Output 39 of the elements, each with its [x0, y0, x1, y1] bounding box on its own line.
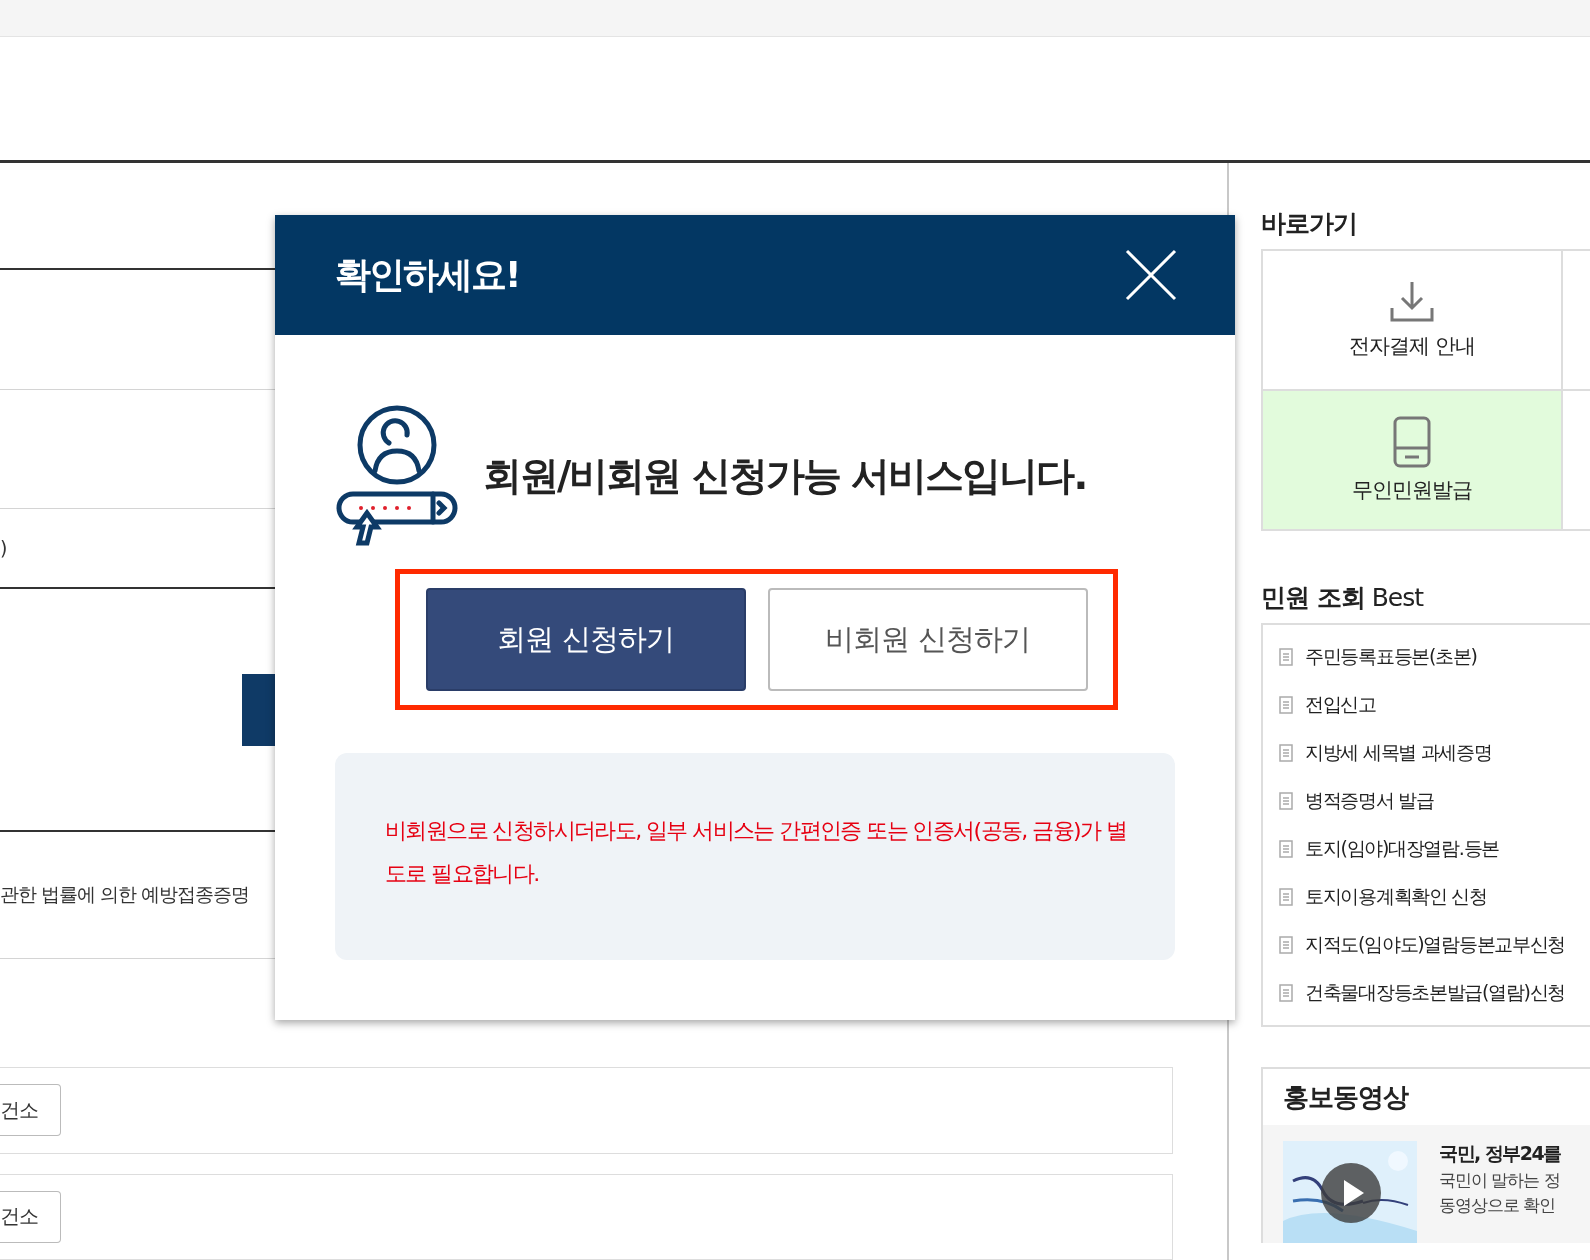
best-list-item[interactable]: 지방세 세목별 과세증명	[1279, 729, 1590, 777]
best-list-item[interactable]: 주민등록표등본(초본)	[1279, 633, 1590, 681]
close-icon	[1125, 249, 1177, 301]
download-icon	[1389, 280, 1435, 324]
office-button[interactable]: 건소	[0, 1084, 61, 1137]
document-icon	[1279, 648, 1293, 666]
document-icon	[1279, 792, 1293, 810]
dialog-heading: 회원/비회원 신청가능 서비스입니다.	[483, 452, 1087, 500]
guest-apply-button[interactable]: 비회원 신청하기	[767, 588, 1088, 691]
document-icon	[1279, 984, 1293, 1002]
play-icon[interactable]	[1321, 1163, 1381, 1223]
video-description: 동영상으로 확인	[1439, 1194, 1557, 1217]
document-icon	[1279, 936, 1293, 954]
best-list-item[interactable]: 토지(임야)대장열람.등본	[1279, 825, 1590, 873]
user-password-icon	[335, 403, 459, 549]
best-list-item[interactable]: 토지이용계획확인 신청	[1279, 873, 1590, 921]
best-list-item[interactable]: 병적증명서 발급	[1279, 777, 1590, 825]
document-icon	[1279, 840, 1293, 858]
document-icon	[1279, 888, 1293, 906]
row-text: 관한 법률에 의한 예방접종증명	[0, 882, 250, 907]
best-list-item[interactable]: 지적도(임야도)열람등본교부신청	[1279, 921, 1590, 969]
best-title: 민원 조회 Best	[1261, 582, 1425, 614]
shortcuts-title: 바로가기	[1261, 208, 1358, 240]
best-list-item[interactable]: 건축물대장등초본발급(열람)신청	[1279, 969, 1590, 1017]
document-icon	[1279, 696, 1293, 714]
close-button[interactable]	[1125, 249, 1177, 301]
shortcut-tile[interactable]: 전자결제 안내	[1263, 251, 1563, 391]
row-text: )	[0, 537, 7, 559]
dialog-title: 확인하세요!	[335, 252, 520, 297]
notice-text: 비회원으로 신청하시더라도, 일부 서비스는 간편인증 또는 인증서(공동, 금융)가 별도로 필요합니다.	[385, 817, 1128, 888]
shortcut-tile[interactable]: 무인민원발급	[1263, 391, 1563, 529]
video-title[interactable]: 국민, 정부24를	[1439, 1141, 1561, 1167]
promo-title: 홍보동영상	[1282, 1080, 1410, 1114]
document-icon	[1279, 744, 1293, 762]
member-apply-button[interactable]: 회원 신청하기	[425, 588, 746, 691]
office-button[interactable]: 건소	[0, 1190, 61, 1243]
video-description: 국민이 말하는 정	[1439, 1169, 1561, 1192]
kiosk-icon	[1393, 416, 1431, 468]
best-list-item[interactable]: 전입신고	[1279, 681, 1590, 729]
